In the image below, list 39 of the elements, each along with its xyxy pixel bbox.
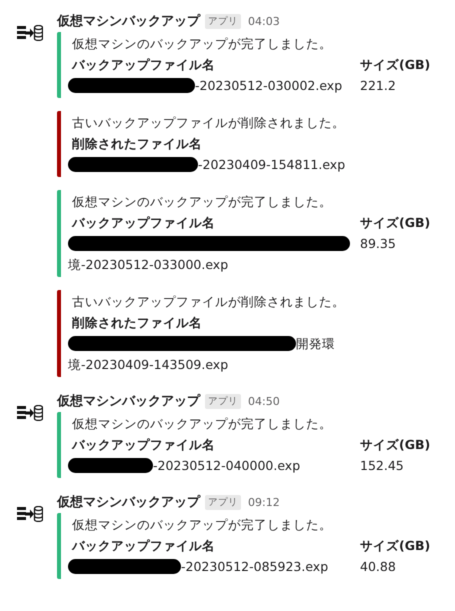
attachment-text: 仮想マシンのバックアップが完了しました。: [72, 193, 333, 211]
field-value: 40.88: [360, 558, 396, 576]
attachment-text: 仮想マシンのバックアップが完了しました。: [72, 35, 333, 53]
sender-name[interactable]: 仮想マシンバックアップ: [57, 493, 200, 511]
timestamp[interactable]: 09:12: [248, 496, 280, 508]
field-value: -20230512-085923.exp: [181, 558, 328, 576]
app-badge: アプリ: [205, 494, 241, 510]
field-value: 89.35: [360, 235, 396, 253]
attachment-text: 古いバックアップファイルが削除されました。: [72, 293, 346, 311]
attachment-text: 古いバックアップファイルが削除されました。: [72, 114, 346, 132]
field-label: 削除されたファイル名: [72, 314, 203, 332]
field-value: 境-20230409-143509.exp: [68, 356, 228, 374]
app-badge: アプリ: [205, 394, 241, 408]
sender-name[interactable]: 仮想マシンバックアップ: [57, 392, 200, 410]
database-arrow-icon: [17, 405, 43, 421]
field-value: -20230512-040000.exp: [153, 457, 300, 475]
attachment-text: 仮想マシンのバックアップが完了しました。: [72, 516, 333, 534]
timestamp[interactable]: 04:50: [248, 394, 280, 408]
field-label: サイズ(GB): [360, 537, 432, 555]
attachment-text: 仮想マシンのバックアップが完了しました。: [72, 415, 333, 433]
app-badge: アプリ: [205, 14, 241, 28]
database-arrow-icon: [17, 506, 43, 522]
field-label: サイズ(GB): [360, 436, 432, 454]
field-value: 開発環: [296, 335, 335, 353]
field-label: バックアップファイル名: [72, 56, 216, 74]
field-value: -20230512-030002.exp: [195, 77, 342, 95]
field-label: サイズ(GB): [360, 214, 432, 232]
sender-name[interactable]: 仮想マシンバックアップ: [57, 12, 200, 30]
field-label: サイズ(GB): [360, 56, 432, 74]
field-value: 152.45: [360, 457, 404, 475]
field-label: 削除されたファイル名: [72, 135, 203, 153]
database-arrow-icon: [17, 25, 43, 41]
field-label: バックアップファイル名: [72, 214, 216, 232]
field-label: バックアップファイル名: [72, 537, 216, 555]
field-value: 境-20230512-033000.exp: [68, 256, 228, 274]
field-label: バックアップファイル名: [72, 436, 216, 454]
field-value: -20230409-154811.exp: [198, 156, 346, 174]
field-value: 221.2: [360, 77, 396, 95]
timestamp[interactable]: 04:03: [248, 14, 280, 28]
